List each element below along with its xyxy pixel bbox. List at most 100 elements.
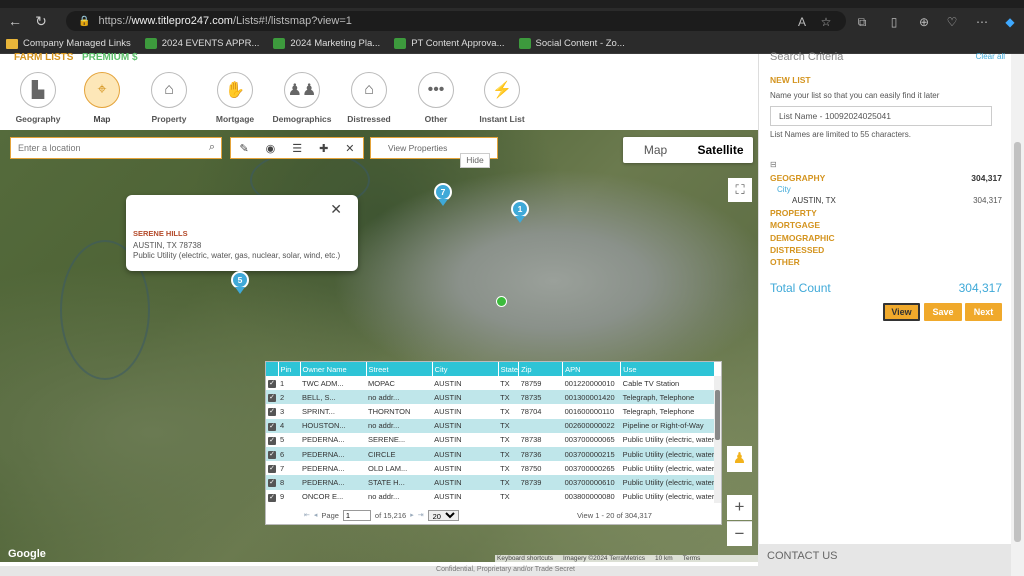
bookmark-item[interactable]: Social Content - Zo... xyxy=(518,38,625,49)
column-header[interactable]: Street xyxy=(366,362,433,376)
table-cell: PEDERNA... xyxy=(302,463,345,473)
zoom-in-button[interactable]: + xyxy=(727,495,752,520)
favorite-star-icon[interactable]: ☆ xyxy=(818,14,834,30)
last-page-icon[interactable]: ⇥ xyxy=(418,511,424,519)
table-row[interactable]: ✓ 3 SPRINT... THORNTON AUSTIN TX 78704 00160000… xyxy=(266,404,715,418)
clear-all-link[interactable]: Clear all xyxy=(976,52,1005,61)
map-pin[interactable]: 5 xyxy=(231,271,249,295)
column-header[interactable]: Zip xyxy=(518,362,564,376)
column-header[interactable]: Pin xyxy=(278,362,301,376)
fullscreen-icon[interactable]: ⛶ xyxy=(728,178,752,202)
criteria-demographic[interactable]: DEMOGRAPHIC xyxy=(770,233,835,243)
table-row[interactable]: ✓ 7 PEDERNA... OLD LAM... AUSTIN TX 78750 00370… xyxy=(266,461,715,475)
row-checkbox[interactable]: ✓ xyxy=(268,465,276,474)
page-scrollbar[interactable] xyxy=(1011,54,1024,576)
row-checkbox[interactable]: ✓ xyxy=(268,380,276,389)
criteria-property[interactable]: PROPERTY xyxy=(770,208,817,218)
category-distressed[interactable]: ⌂ Distressed xyxy=(339,72,399,124)
bookmark-item[interactable]: PT Content Approva... xyxy=(394,38,505,49)
table-cell: 1 xyxy=(280,378,285,388)
browser-essentials-icon[interactable]: ♡ xyxy=(944,14,960,30)
bookmark-item[interactable]: 2024 Marketing Pla... xyxy=(273,38,380,49)
row-checkbox[interactable]: ✓ xyxy=(268,422,276,431)
first-page-icon[interactable]: ⇤ xyxy=(304,511,310,519)
row-checkbox[interactable]: ✓ xyxy=(268,479,276,488)
bookmark-item[interactable]: Company Managed Links xyxy=(6,38,131,49)
save-button[interactable]: Save xyxy=(924,303,962,321)
address-bar[interactable]: 🔒 https:// www.titlepro247.com /Lists#!/… xyxy=(66,11,846,31)
read-aloud-icon[interactable]: A xyxy=(794,14,810,30)
collapse-icon[interactable]: ⊟ xyxy=(770,160,777,169)
location-search-input[interactable]: Enter a location ⌕ xyxy=(10,137,222,159)
plus-icon[interactable]: ✚ xyxy=(319,142,328,155)
bookmark-item[interactable]: 2024 EVENTS APPR... xyxy=(144,38,259,49)
back-icon[interactable]: ← xyxy=(4,10,26,32)
table-row[interactable]: ✓ 1 TWC ADM... MOPAC AUSTIN TX 78759 0012200000… xyxy=(266,376,715,390)
view-button[interactable]: View xyxy=(883,303,920,321)
column-header[interactable]: Owner Name xyxy=(300,362,367,376)
map-pin[interactable]: 1 xyxy=(511,200,529,224)
category-mortgage[interactable]: ✋ Mortgage xyxy=(205,72,265,124)
category-property[interactable]: ⌂ Property xyxy=(139,72,199,124)
layers-icon[interactable]: ☰ xyxy=(292,142,302,155)
next-page-icon[interactable]: ▸ xyxy=(410,511,414,519)
tab-farm-lists[interactable]: FARM LISTS xyxy=(14,52,73,63)
column-header[interactable]: State xyxy=(498,362,520,376)
table-row[interactable]: ✓ 2 BELL, S... no addr... AUSTIN TX 78735 00130… xyxy=(266,390,715,405)
collections-icon[interactable]: ⊕ xyxy=(916,14,932,30)
search-icon[interactable]: ⌕ xyxy=(209,141,215,154)
next-button[interactable]: Next xyxy=(965,303,1002,321)
split-screen-icon[interactable]: ▯ xyxy=(886,14,902,30)
column-header[interactable]: APN xyxy=(562,362,622,376)
table-row[interactable]: ✓ 6 PEDERNA... CIRCLE AUSTIN TX 78736 003700000… xyxy=(266,446,715,462)
table-row[interactable]: ✓ 9 ONCOR E... no addr... AUSTIN TX 0038000000… xyxy=(266,490,715,504)
category-other[interactable]: ••• Other xyxy=(406,72,466,124)
criteria-geography[interactable]: GEOGRAPHY xyxy=(770,173,825,183)
category-map[interactable]: ⌖ Map xyxy=(72,72,132,124)
row-checkbox[interactable]: ✓ xyxy=(268,436,276,445)
keyboard-shortcuts-link[interactable]: Keyboard shortcuts xyxy=(497,555,553,564)
table-row[interactable]: ✓ 4 HOUSTON... no addr... AUSTIN TX 0026000000… xyxy=(266,418,715,433)
table-cell: TX xyxy=(498,418,519,433)
criteria-distressed[interactable]: DISTRESSED xyxy=(770,245,824,255)
pegman-icon[interactable]: ♟ xyxy=(727,446,752,472)
row-checkbox[interactable]: ✓ xyxy=(268,408,276,417)
extensions-icon[interactable]: ⧉ xyxy=(854,14,870,30)
table-scrollbar[interactable] xyxy=(714,376,721,503)
prev-page-icon[interactable]: ◂ xyxy=(314,511,318,519)
list-name-input[interactable]: List Name - 10092024025041 xyxy=(770,106,992,126)
zoom-out-button[interactable]: − xyxy=(727,521,752,546)
criteria-other[interactable]: OTHER xyxy=(770,257,800,267)
category-geography[interactable]: ▙ Geography xyxy=(8,72,68,124)
contact-us-link[interactable]: CONTACT US xyxy=(758,544,1011,566)
reload-icon[interactable]: ↻ xyxy=(30,10,52,32)
row-checkbox[interactable]: ✓ xyxy=(268,451,276,460)
column-header[interactable]: Use xyxy=(620,362,715,376)
rows-per-page-select[interactable]: 20 xyxy=(427,509,459,521)
map-pin[interactable]: 7 xyxy=(434,183,452,207)
pencil-icon[interactable]: ✎ xyxy=(239,142,248,155)
map-type-map-button[interactable]: Map xyxy=(623,137,688,163)
criteria-mortgage[interactable]: MORTGAGE xyxy=(770,220,820,230)
page-number-input[interactable] xyxy=(342,509,371,521)
table-row[interactable]: ✓ 5 PEDERNA... SERENE... AUSTIN TX 78738 003700… xyxy=(266,433,715,447)
table-cell: ONCOR E... xyxy=(302,492,344,502)
table-cell: AUSTIN xyxy=(432,475,499,490)
map-type-satellite-button[interactable]: Satellite xyxy=(688,137,753,163)
close-popup-icon[interactable]: ✕ xyxy=(330,201,342,218)
location-marker[interactable] xyxy=(496,296,507,307)
copilot-icon[interactable]: ◆ xyxy=(1002,14,1018,30)
circle-target-icon[interactable]: ◉ xyxy=(266,142,276,155)
row-checkbox[interactable]: ✓ xyxy=(268,394,276,403)
category-instant-list[interactable]: ⚡ Instant List xyxy=(472,72,532,124)
hide-button[interactable]: Hide xyxy=(460,153,490,168)
tab-premium[interactable]: PREMIUM $ xyxy=(82,52,138,63)
table-row[interactable]: ✓ 8 PEDERNA... STATE H... AUSTIN TX 78739 00370… xyxy=(266,475,715,490)
terms-link[interactable]: Terms xyxy=(683,555,701,564)
row-checkbox[interactable]: ✓ xyxy=(268,493,276,502)
category-demographics[interactable]: ♟♟ Demographics xyxy=(272,72,332,124)
table-cell: TX xyxy=(500,378,510,388)
column-header[interactable]: City xyxy=(432,362,499,376)
menu-icon[interactable]: ⋯ xyxy=(974,14,990,30)
close-icon[interactable]: ✕ xyxy=(345,142,354,155)
